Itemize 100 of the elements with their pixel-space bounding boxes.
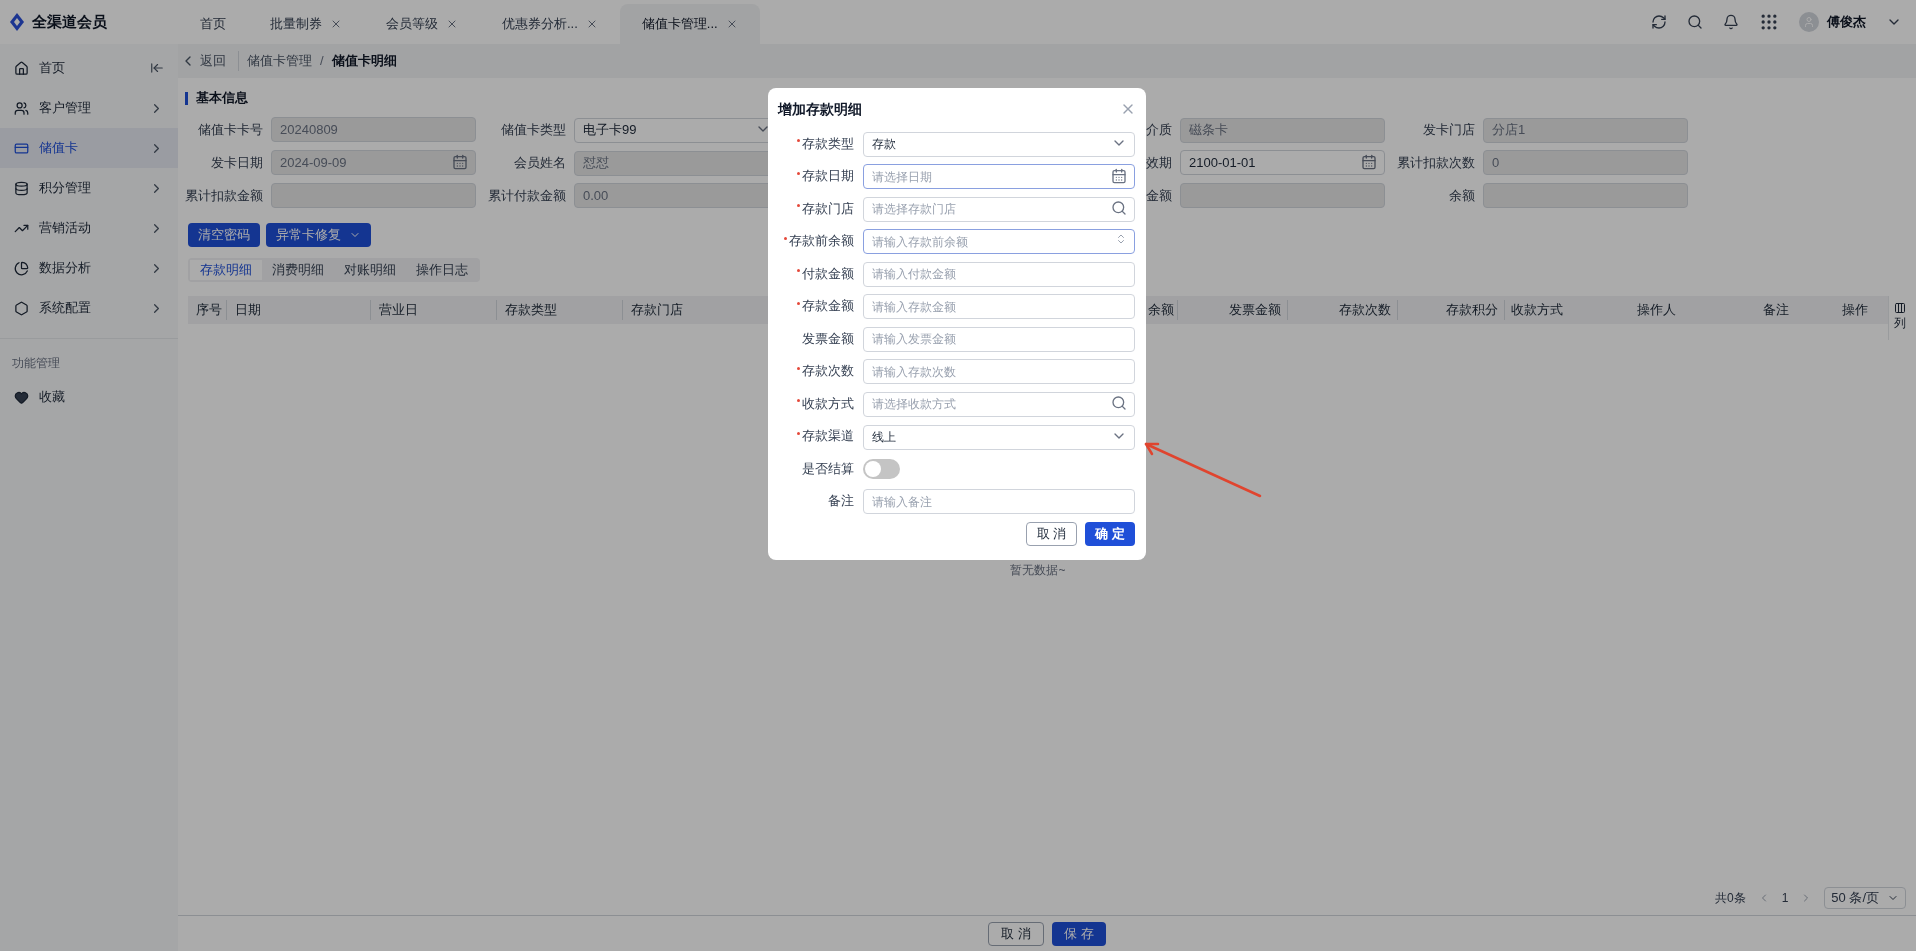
bell-icon[interactable] [1723, 14, 1739, 30]
collapse-icon[interactable] [150, 61, 164, 75]
nav-tab[interactable]: 首页 [178, 4, 248, 44]
nav-tab[interactable]: 优惠券分析... [480, 4, 620, 44]
breadcrumb-item: 储值卡明细 [331, 52, 397, 71]
column-header: 存款类型 [496, 300, 622, 320]
column-header: 操作 [1841, 301, 1869, 320]
input-field[interactable]: 请输入存款金额 [863, 294, 1135, 319]
field-label: 存款次数 [802, 362, 854, 381]
confirm-button[interactable]: 确 定 [1085, 521, 1135, 546]
nav-tab[interactable]: 储值卡管理... [619, 4, 760, 44]
column-header: 操作人 [1636, 301, 1677, 320]
app-title: 全渠道会员 [32, 11, 107, 32]
menu-icon [14, 300, 29, 316]
field-label: 存款金额 [802, 297, 854, 316]
refresh-icon[interactable] [1651, 14, 1667, 30]
detail-tab[interactable]: 操作日志 [406, 260, 478, 280]
input-field[interactable]: 请输入备注 [863, 489, 1135, 514]
page-size-select[interactable]: 50 条/页 [1824, 887, 1906, 909]
field-label: 储值卡类型 [500, 120, 566, 139]
column-header: 日期 [226, 300, 370, 320]
field-label: 金额 [1145, 186, 1172, 205]
sidebar-item[interactable]: 积分管理 [0, 168, 178, 208]
column-header: 收款方式 [1510, 301, 1564, 320]
field-label: 储值卡卡号 [197, 120, 263, 139]
input-field[interactable]: 请输入付款金额 [863, 261, 1135, 287]
column-header: 存款积分 [1398, 300, 1505, 320]
detail-tab[interactable]: 对账明细 [334, 260, 406, 280]
field-label: 备注 [828, 492, 854, 511]
save-button[interactable]: 保 存 [1052, 921, 1106, 946]
total-count: 共0条 [1714, 890, 1746, 907]
sidebar-item[interactable]: 储值卡 [0, 128, 178, 168]
calendar-icon [1361, 154, 1377, 170]
search-icon [1111, 395, 1127, 411]
cancel-button[interactable]: 取 消 [1025, 521, 1078, 546]
field-label: 存款渠道 [802, 427, 854, 446]
menu-icon [14, 180, 29, 196]
input-field[interactable]: 请输入存款前余额 [863, 229, 1135, 254]
field-label: 收款方式 [802, 394, 854, 413]
columns-icon [1893, 302, 1906, 314]
input-field[interactable]: 请输入发票金额 [863, 326, 1135, 352]
sidebar-item[interactable]: 首页 [0, 48, 178, 88]
search-icon[interactable] [1687, 14, 1703, 30]
field-label: 余额 [1448, 186, 1475, 205]
menu-icon [14, 260, 29, 276]
calendar-icon [452, 154, 468, 170]
field-label: 存款类型 [802, 134, 854, 153]
close-icon[interactable] [330, 18, 342, 30]
field-label: 发卡日期 [210, 153, 263, 172]
detail-tab[interactable]: 存款明细 [190, 260, 262, 280]
select-field[interactable]: 存款 [863, 132, 1135, 157]
sidebar-item[interactable]: 收藏 [0, 377, 178, 417]
nav-tab[interactable]: 批量制券 [248, 4, 364, 44]
column-header: 发票金额 [1178, 300, 1288, 320]
field-label: 发票金额 [802, 329, 854, 348]
field-label: 会员姓名 [513, 153, 566, 172]
menu-icon [14, 140, 29, 156]
field-label: 累计扣款次数 [1396, 153, 1475, 172]
empty-state-text: 暂无数据~ [1010, 562, 1066, 579]
column-header: 营业日 [370, 300, 496, 320]
sidebar-item[interactable]: 客户管理 [0, 88, 178, 128]
detail-tab[interactable]: 消费明细 [262, 260, 334, 280]
stepper-icon [1115, 232, 1127, 245]
sidebar-item[interactable]: 数据分析 [0, 248, 178, 288]
toggle-switch[interactable] [863, 458, 900, 479]
breadcrumb-item[interactable]: 储值卡管理 [247, 51, 312, 71]
field-label: 存款日期 [802, 167, 854, 186]
action-button[interactable]: 清空密码 [188, 223, 260, 247]
close-icon[interactable] [446, 18, 458, 30]
sidebar-item[interactable]: 系统配置 [0, 288, 178, 328]
column-header: 备注 [1762, 301, 1790, 320]
nav-tab[interactable]: 会员等级 [364, 4, 480, 44]
user-name[interactable]: 傅俊杰 [1827, 12, 1866, 32]
user-silhouette-icon [1803, 16, 1815, 28]
field-label: 存款门店 [802, 199, 854, 218]
search-field[interactable]: 请选择收款方式 [863, 391, 1135, 417]
column-header: 存款次数 [1288, 300, 1398, 320]
dialog-title: 增加存款明细 [778, 99, 862, 119]
search-icon [1111, 200, 1127, 216]
section-title: 基本信息 [196, 89, 248, 108]
page-number[interactable]: 1 [1781, 889, 1789, 907]
field-label: 发卡门店 [1422, 120, 1475, 139]
dropdown-button[interactable]: 异常卡修复 [266, 223, 371, 247]
field-label: 是否结算 [802, 459, 854, 478]
breadcrumb-separator: / [320, 52, 324, 71]
cancel-button[interactable]: 取 消 [988, 921, 1044, 946]
column-settings-button[interactable]: 列 [1888, 296, 1910, 340]
sidebar-item[interactable]: 营销活动 [0, 208, 178, 248]
column-header: 序号 [195, 301, 223, 320]
input-field[interactable]: 请输入存款次数 [863, 359, 1135, 384]
date-field[interactable]: 2100-01-01 [1180, 150, 1385, 175]
field-label: 效期 [1145, 153, 1172, 172]
select-field[interactable]: 线上 [863, 424, 1135, 450]
menu-icon [14, 60, 29, 76]
calendar-icon [1111, 167, 1127, 184]
back-link[interactable]: 返回 [180, 51, 239, 71]
search-field[interactable]: 请选择存款门店 [863, 196, 1135, 222]
date-field[interactable]: 请选择日期 [863, 164, 1135, 189]
app-grid-icon[interactable] [1759, 12, 1779, 32]
section-title: 功能管理 [11, 355, 61, 372]
